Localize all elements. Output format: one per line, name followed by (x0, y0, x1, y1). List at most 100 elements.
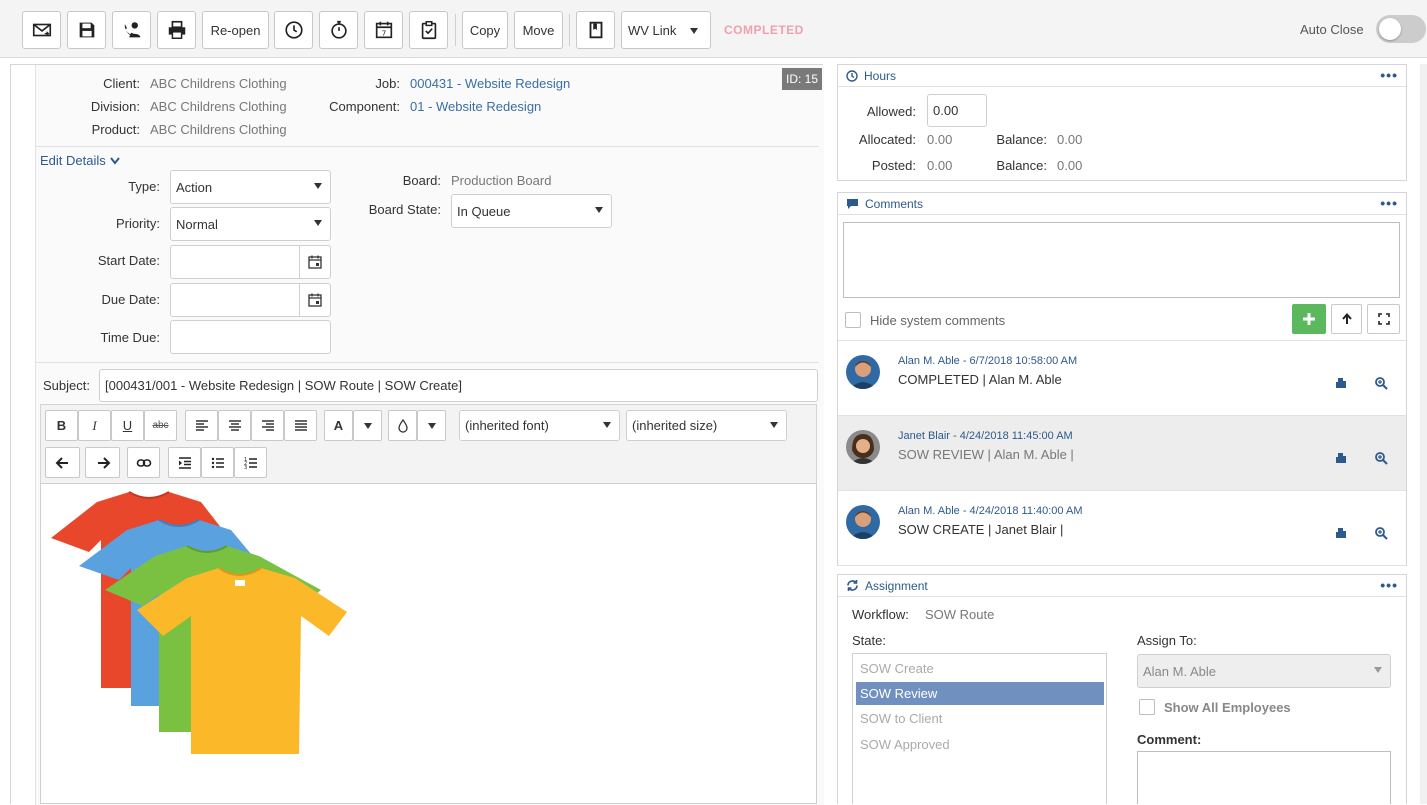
refresh-icon (847, 580, 858, 591)
calendar-button[interactable]: 7 (364, 11, 403, 49)
board-state-select[interactable]: In Queue (451, 194, 612, 228)
assignment-menu-button[interactable]: ••• (1380, 577, 1398, 593)
due-date-picker-button[interactable] (299, 284, 330, 316)
stopwatch-button[interactable] (319, 11, 358, 49)
scrollbar[interactable] (1420, 64, 1427, 804)
assignment-title: Assignment (865, 578, 928, 593)
state-label: State: (852, 633, 886, 648)
font-size-select[interactable]: (inherited size) (626, 410, 787, 441)
state-option[interactable]: SOW to Client (856, 707, 1104, 730)
checklist-button[interactable] (409, 11, 448, 49)
indent-button[interactable] (168, 447, 201, 478)
divider (35, 146, 819, 147)
calendar-icon: 7 (375, 21, 392, 39)
font-color-dropdown[interactable] (353, 410, 382, 441)
email-button[interactable] (22, 11, 61, 49)
comments-menu-button[interactable]: ••• (1380, 195, 1398, 211)
start-date-picker-button[interactable] (299, 246, 330, 278)
start-date-input[interactable] (170, 245, 331, 279)
drop-icon (397, 418, 408, 433)
subject-input[interactable]: [000431/001 - Website Redesign | SOW Rou… (99, 369, 818, 402)
state-list[interactable]: SOW Create SOW Review SOW to Client SOW … (852, 653, 1107, 804)
underline-button[interactable]: U (111, 410, 144, 441)
bold-button[interactable]: B (45, 410, 78, 441)
edit-details-toggle[interactable]: Edit Details (40, 153, 120, 168)
link-button[interactable] (127, 447, 160, 478)
editor-content[interactable] (40, 483, 817, 804)
hours-menu-button[interactable]: ••• (1380, 67, 1398, 83)
priority-select[interactable]: Normal (170, 207, 331, 241)
balance-value: 0.00 (1057, 158, 1083, 173)
font-family-select[interactable]: (inherited font) (459, 410, 620, 441)
book-button[interactable] (576, 11, 615, 49)
zoom-icon[interactable] (1374, 526, 1388, 540)
time-due-label: Time Due: (100, 330, 160, 345)
phone-contact-button[interactable] (112, 11, 151, 49)
expand-comments-button[interactable] (1367, 304, 1400, 334)
add-comment-button[interactable] (1292, 304, 1326, 334)
font-color-button[interactable]: A (324, 410, 353, 441)
time-button[interactable] (274, 11, 313, 49)
numbered-list-icon: 123 (244, 457, 257, 471)
italic-button[interactable]: I (78, 410, 111, 441)
attach-icon[interactable] (1334, 526, 1348, 540)
hide-system-comments-checkbox[interactable] (845, 312, 861, 328)
move-button[interactable]: Move (514, 11, 563, 49)
save-icon (79, 22, 94, 38)
align-center-button[interactable] (218, 410, 251, 441)
sort-comments-button[interactable] (1331, 304, 1362, 334)
highlight-color-button[interactable] (388, 410, 417, 441)
id-badge: ID: 15 (782, 68, 822, 90)
zoom-icon[interactable] (1374, 451, 1388, 465)
strikethrough-button[interactable]: abc (144, 410, 177, 441)
posted-value: 0.00 (927, 158, 953, 173)
hide-system-comments-label: Hide system comments (870, 313, 1006, 328)
time-due-input[interactable] (170, 320, 331, 354)
auto-close-toggle[interactable] (1376, 15, 1426, 43)
job-link[interactable]: 000431 - Website Redesign (410, 76, 570, 91)
attach-icon[interactable] (1334, 376, 1348, 390)
highlight-color-dropdown[interactable] (417, 410, 446, 441)
assignment-comment-textarea[interactable] (1137, 751, 1391, 804)
align-right-button[interactable] (251, 410, 284, 441)
wv-link-dropdown[interactable]: WV Link (621, 11, 711, 49)
show-all-employees-checkbox[interactable] (1139, 699, 1155, 715)
chevron-down-icon (690, 28, 698, 34)
clock-icon (846, 69, 858, 82)
zoom-icon[interactable] (1374, 376, 1388, 390)
due-date-input[interactable] (170, 283, 331, 317)
comment-text: COMPLETED | Alan M. Able (898, 372, 1062, 387)
assign-to-select[interactable]: Alan M. Able (1137, 654, 1391, 688)
avatar (846, 355, 880, 389)
align-left-button[interactable] (185, 410, 218, 441)
reopen-button[interactable]: Re-open (202, 11, 269, 49)
numbered-list-button[interactable]: 123 (234, 447, 267, 478)
subject-value: [000431/001 - Website Redesign | SOW Rou… (105, 378, 462, 393)
state-option-selected[interactable]: SOW Review (856, 682, 1104, 705)
comment-item: Alan M. Able - 4/24/2018 11:40:00 AM SOW… (838, 491, 1406, 566)
undo-button[interactable] (45, 447, 80, 478)
redo-icon (97, 456, 110, 469)
new-comment-textarea[interactable] (843, 222, 1400, 298)
print-button[interactable] (157, 11, 196, 49)
state-option[interactable]: SOW Create (856, 657, 1104, 680)
allowed-input[interactable]: 0.00 (927, 94, 987, 127)
book-icon (589, 21, 602, 39)
save-button[interactable] (67, 11, 106, 49)
justify-button[interactable] (284, 410, 317, 441)
type-select[interactable]: Action (170, 170, 331, 204)
redo-button[interactable] (85, 447, 120, 478)
clock-icon (284, 21, 303, 39)
status-badge: COMPLETED (724, 23, 804, 37)
component-link[interactable]: 01 - Website Redesign (410, 99, 541, 114)
comment-item: Janet Blair - 4/24/2018 11:45:00 AM SOW … (838, 416, 1406, 491)
copy-button[interactable]: Copy (462, 11, 508, 49)
allowed-label: Allowed: (866, 104, 916, 119)
comment-icon (847, 198, 858, 209)
bullet-list-button[interactable] (201, 447, 234, 478)
comment-item: Alan M. Able - 6/7/2018 10:58:00 AM COMP… (838, 341, 1406, 416)
state-option[interactable]: SOW Approved (856, 733, 1104, 756)
attach-icon[interactable] (1334, 451, 1348, 465)
assign-to-label: Assign To: (1137, 633, 1197, 648)
client-label: Client: (103, 76, 140, 91)
